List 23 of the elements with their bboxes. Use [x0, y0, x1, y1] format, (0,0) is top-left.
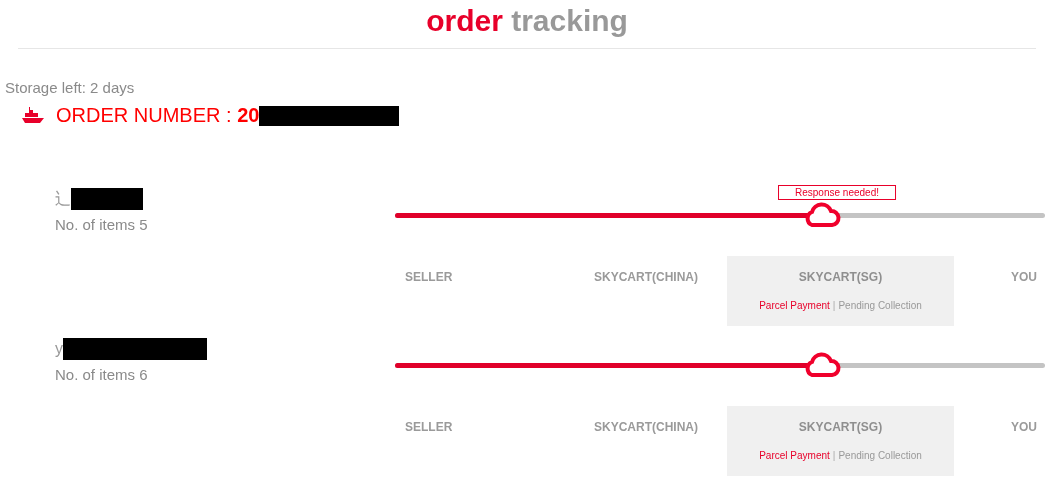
stage-column: SELLER: [395, 256, 565, 326]
item-count: No. of items 6: [55, 366, 149, 383]
stage-column: YOU: [954, 406, 1045, 476]
recipient-name: 辶: [55, 188, 71, 209]
page-title: order tracking: [426, 4, 628, 37]
separator-text: |: [832, 450, 836, 461]
recipient-name: y: [55, 340, 63, 358]
stage-column: SKYCART(CHINA): [565, 256, 727, 326]
status-text: Parcel Payment: [759, 450, 830, 461]
item-count: No. of items 5: [55, 216, 149, 233]
status-text: Parcel Payment: [759, 300, 830, 311]
ship-icon: [22, 106, 44, 125]
storage-text: Storage left: 2 days: [5, 79, 136, 96]
status-text: Pending Collection: [838, 450, 922, 461]
response-tooltip: Response needed!: [778, 185, 896, 200]
stage-column: SELLER: [395, 406, 565, 476]
stage-column: SKYCART(SG) Parcel Payment | Pending Collection: [727, 406, 954, 476]
separator-text: |: [832, 300, 836, 311]
order-number: ORDER NUMBER : 20: [56, 104, 260, 127]
stage-column: YOU: [954, 256, 1045, 326]
stage-column: SKYCART(CHINA): [565, 406, 727, 476]
status-text: Pending Collection: [838, 300, 922, 311]
stage-column: SKYCART(SG) Parcel Payment | Pending Collection: [727, 256, 954, 326]
